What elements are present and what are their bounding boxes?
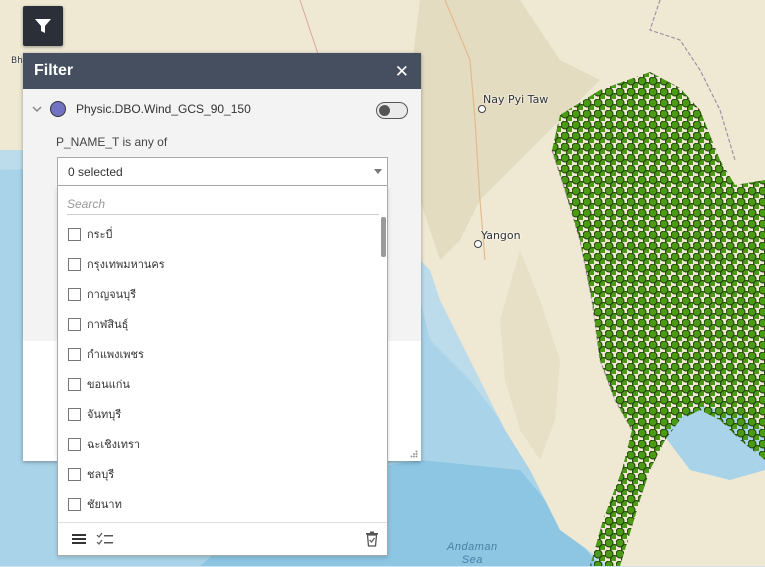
map-edge-label: Bh bbox=[11, 56, 23, 66]
value-dropdown: กระบี่ กรุงเทพมหานคร กาญจนบุรี กาฬสินธุ์… bbox=[57, 186, 388, 556]
checkbox[interactable] bbox=[68, 227, 81, 241]
option-label: กาญจนบุรี bbox=[87, 288, 137, 301]
list-item[interactable]: ชลบุรี bbox=[58, 459, 383, 489]
layer-symbol-icon bbox=[50, 101, 66, 117]
city-label-naypyitaw: Nay Pyi Taw bbox=[483, 93, 549, 106]
layer-row: Physic.DBO.Wind_GCS_90_150 bbox=[31, 101, 251, 117]
condition-label: P_NAME_T is any of bbox=[56, 135, 168, 149]
option-label: ชลบุรี bbox=[87, 468, 115, 481]
checkbox[interactable] bbox=[68, 437, 81, 451]
trash-icon bbox=[366, 531, 378, 547]
list-icon bbox=[72, 534, 86, 544]
toggle-knob bbox=[379, 105, 390, 116]
option-label: กาฬสินธุ์ bbox=[87, 318, 129, 331]
list-item[interactable]: ขอนแก่น bbox=[58, 369, 383, 399]
filter-panel-header: Filter ✕ bbox=[23, 53, 421, 89]
list-item[interactable]: กาญจนบุรี bbox=[58, 279, 383, 309]
option-label: ขอนแก่น bbox=[87, 378, 130, 391]
value-select[interactable]: 0 selected bbox=[57, 157, 388, 186]
list-item[interactable]: กำแพงเพชร bbox=[58, 339, 383, 369]
layer-name: Physic.DBO.Wind_GCS_90_150 bbox=[76, 102, 251, 116]
checkbox[interactable] bbox=[68, 497, 81, 511]
checkbox[interactable] bbox=[68, 257, 81, 271]
clear-selection-button[interactable] bbox=[363, 531, 381, 547]
dropdown-scrollbar[interactable] bbox=[381, 217, 386, 257]
list-item[interactable]: กระบี่ bbox=[58, 219, 383, 249]
option-label: กรุงเทพมหานคร bbox=[87, 258, 165, 271]
search-input[interactable] bbox=[67, 194, 379, 215]
sea-label: Andaman Sea bbox=[447, 541, 498, 567]
checkbox[interactable] bbox=[68, 317, 81, 331]
checklist-icon bbox=[96, 532, 113, 545]
list-item[interactable]: ชัยนาท bbox=[58, 489, 383, 519]
filter-icon bbox=[35, 19, 51, 33]
option-label: ชัยนาท bbox=[87, 498, 122, 511]
chevron-down-icon[interactable] bbox=[31, 103, 43, 115]
list-item[interactable]: จันทบุรี bbox=[58, 399, 383, 429]
resize-grip-icon[interactable] bbox=[410, 450, 418, 458]
sea-label-line-1: Andaman bbox=[447, 541, 498, 553]
dropdown-footer bbox=[58, 522, 387, 555]
checkbox[interactable] bbox=[68, 287, 81, 301]
city-marker bbox=[478, 105, 486, 113]
checkbox[interactable] bbox=[68, 467, 81, 481]
option-label: กำแพงเพชร bbox=[87, 348, 144, 361]
list-item[interactable]: กาฬสินธุ์ bbox=[58, 309, 383, 339]
option-label: จันทบุรี bbox=[87, 408, 122, 421]
checkbox[interactable] bbox=[68, 407, 81, 421]
panel-title: Filter bbox=[34, 62, 74, 79]
layer-filter-toggle[interactable] bbox=[376, 102, 408, 119]
filter-toggle-button[interactable] bbox=[23, 6, 63, 46]
list-item[interactable]: กรุงเทพมหานคร bbox=[58, 249, 383, 279]
option-label: กระบี่ bbox=[87, 228, 113, 241]
caret-down-icon bbox=[374, 169, 382, 174]
checkbox[interactable] bbox=[68, 347, 81, 361]
options-list: กระบี่ กรุงเทพมหานคร กาญจนบุรี กาฬสินธุ์… bbox=[58, 219, 383, 519]
list-item[interactable]: ฉะเชิงเทรา bbox=[58, 429, 383, 459]
option-label: ฉะเชิงเทรา bbox=[87, 438, 141, 451]
city-label-yangon: Yangon bbox=[481, 229, 521, 242]
sea-label-line-2: Sea bbox=[461, 554, 483, 566]
show-selected-button[interactable] bbox=[96, 531, 114, 547]
checkbox[interactable] bbox=[68, 377, 81, 391]
close-icon[interactable]: ✕ bbox=[395, 63, 409, 80]
show-all-button[interactable] bbox=[70, 531, 88, 547]
select-value: 0 selected bbox=[68, 164, 123, 179]
